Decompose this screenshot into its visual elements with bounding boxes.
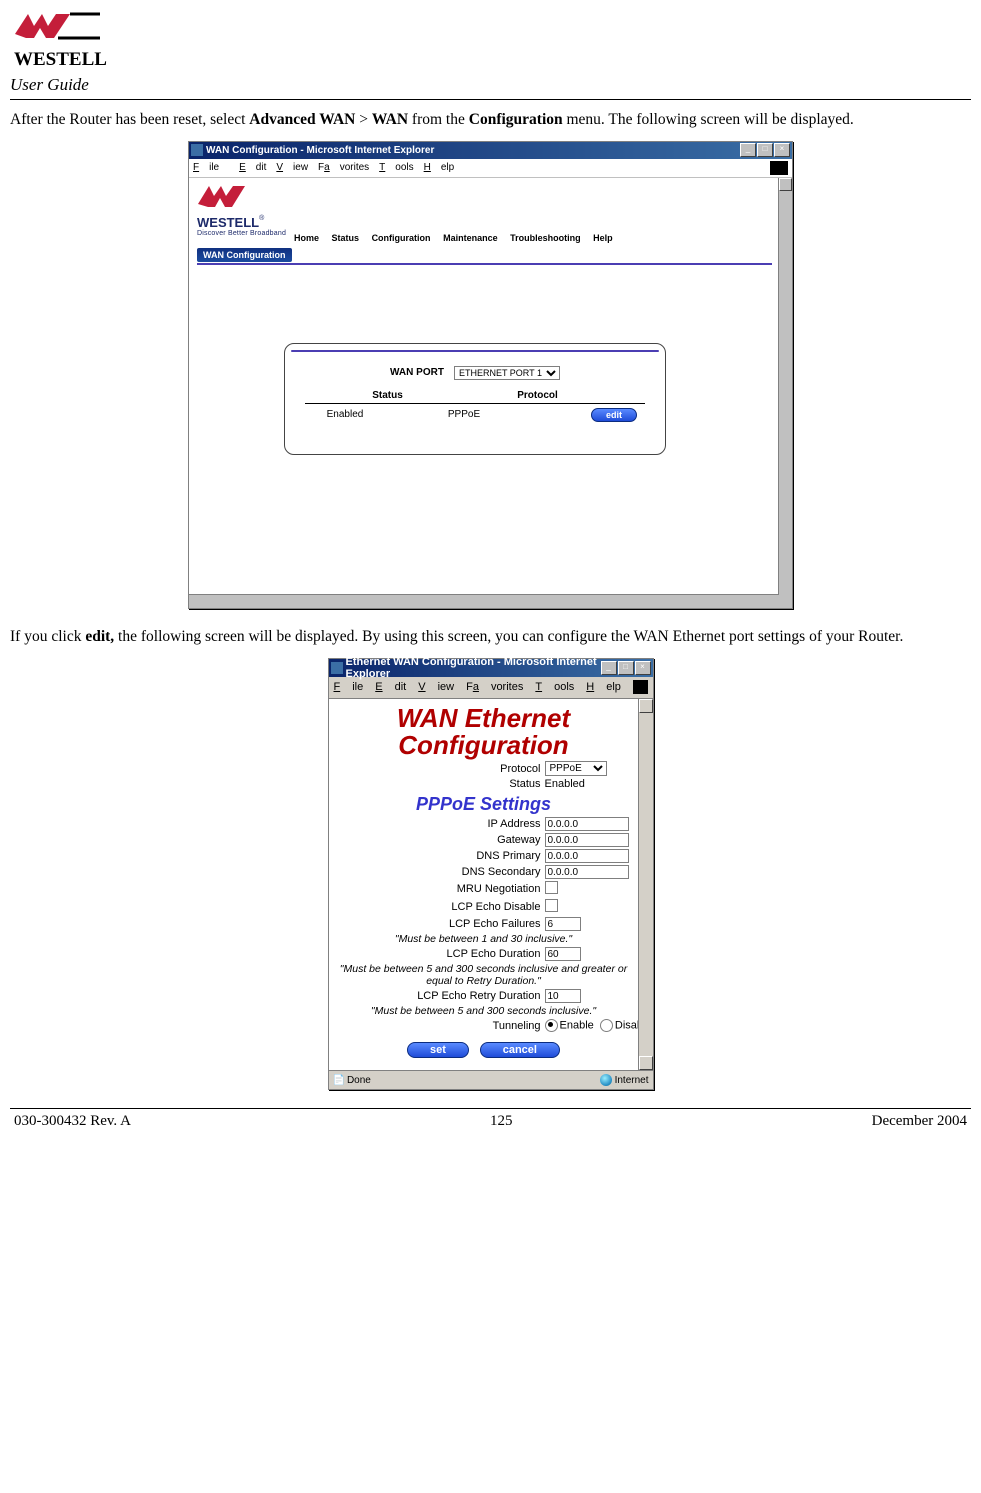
dns-primary-input[interactable] xyxy=(545,849,629,863)
ie-icon xyxy=(331,662,343,674)
status-bar: 📄 Done Internet xyxy=(329,1070,653,1089)
col-status: Status xyxy=(372,390,403,401)
set-button[interactable]: set xyxy=(407,1042,469,1058)
cancel-button[interactable]: cancel xyxy=(480,1042,560,1058)
tunneling-label: Tunneling xyxy=(333,1020,541,1032)
title-bar: Ethernet WAN Configuration - Microsoft I… xyxy=(329,659,653,677)
menu-file[interactable]: File xyxy=(334,681,364,693)
lcp-echo-duration-input[interactable] xyxy=(545,947,581,961)
doc-title: User Guide xyxy=(10,75,971,95)
internet-zone-icon xyxy=(600,1074,612,1086)
menu-edit[interactable]: Edit xyxy=(239,162,266,173)
menu-bar: File Edit View Favorites Tools Help xyxy=(329,677,653,699)
pppoe-settings-heading: PPPoE Settings xyxy=(333,794,635,815)
footer-center: 125 xyxy=(490,1113,513,1130)
wan-config-window: WAN Configuration - Microsoft Internet E… xyxy=(188,141,793,609)
lcp-retry-duration-label: LCP Echo Retry Duration xyxy=(333,990,541,1002)
lcp-echo-failures-input[interactable] xyxy=(545,917,581,931)
horizontal-scrollbar[interactable] xyxy=(189,594,779,608)
protocol-label: Protocol xyxy=(333,763,541,775)
wan-ethernet-config-window: Ethernet WAN Configuration - Microsoft I… xyxy=(328,658,654,1091)
menu-help[interactable]: Help xyxy=(424,162,455,173)
lcp-retry-duration-input[interactable] xyxy=(545,989,581,1003)
lcp-failures-note: "Must be between 1 and 30 inclusive." xyxy=(333,933,635,945)
lcp-echo-disable-label: LCP Echo Disable xyxy=(333,901,541,913)
header-divider xyxy=(10,99,971,100)
brand-name: WESTELL xyxy=(14,49,107,71)
maximize-button[interactable]: □ xyxy=(618,661,634,675)
divider xyxy=(197,263,772,265)
protocol-select[interactable]: PPPoE xyxy=(545,761,607,776)
nav-troubleshooting[interactable]: Troubleshooting xyxy=(510,233,581,243)
footer-right: December 2004 xyxy=(872,1113,967,1130)
menu-bar: File Edit View Favorites Tools Help xyxy=(189,159,792,178)
status-value: Enabled xyxy=(305,409,385,420)
ip-address-input[interactable] xyxy=(545,817,629,831)
vertical-scrollbar[interactable] xyxy=(778,178,792,608)
westell-content-logo: WESTELL® Discover Better Broadband xyxy=(197,184,286,237)
ip-address-label: IP Address xyxy=(333,818,541,830)
menu-edit[interactable]: Edit xyxy=(375,681,406,693)
close-button[interactable]: × xyxy=(635,661,651,675)
ie-icon xyxy=(191,144,203,156)
edit-button[interactable]: edit xyxy=(591,408,637,422)
windows-flag-icon xyxy=(770,161,788,175)
tunneling-disable-radio[interactable] xyxy=(600,1019,613,1032)
minimize-button[interactable]: _ xyxy=(740,143,756,157)
menu-help[interactable]: Help xyxy=(586,681,621,693)
lcp-duration-note: "Must be between 5 and 300 seconds inclu… xyxy=(333,963,635,987)
tunneling-enable-radio[interactable] xyxy=(545,1019,558,1032)
nav-home[interactable]: Home xyxy=(294,233,319,243)
wan-port-label: WAN PORT xyxy=(390,367,444,378)
status-label: Status xyxy=(333,778,541,790)
status-value: Enabled xyxy=(545,778,633,790)
wan-port-select[interactable]: ETHERNET PORT 1 xyxy=(454,366,560,380)
westell-page-logo: WESTELL xyxy=(14,12,107,71)
menu-tools[interactable]: Tools xyxy=(379,162,413,173)
menu-file[interactable]: File xyxy=(193,162,229,173)
nav-help[interactable]: Help xyxy=(593,233,613,243)
wan-ethernet-heading: WAN EthernetConfiguration xyxy=(333,705,635,760)
mru-negotiation-label: MRU Negotiation xyxy=(333,883,541,895)
menu-view[interactable]: View xyxy=(418,681,454,693)
minimize-button[interactable]: _ xyxy=(601,661,617,675)
menu-favorites[interactable]: Favorites xyxy=(466,681,523,693)
mru-negotiation-checkbox[interactable] xyxy=(545,881,558,894)
close-button[interactable]: × xyxy=(774,143,790,157)
nav-maintenance[interactable]: Maintenance xyxy=(443,233,498,243)
gateway-label: Gateway xyxy=(333,834,541,846)
title-bar: WAN Configuration - Microsoft Internet E… xyxy=(189,142,792,159)
menu-tools[interactable]: Tools xyxy=(535,681,574,693)
intro-paragraph-2: If you click edit, the following screen … xyxy=(10,627,971,648)
lcp-echo-failures-label: LCP Echo Failures xyxy=(333,918,541,930)
dns-secondary-label: DNS Secondary xyxy=(333,866,541,878)
lcp-echo-disable-checkbox[interactable] xyxy=(545,899,558,912)
wan-port-panel: WAN PORT ETHERNET PORT 1 Status Protocol… xyxy=(284,343,666,455)
col-protocol: Protocol xyxy=(517,390,558,401)
wan-configuration-chip[interactable]: WAN Configuration xyxy=(197,248,292,262)
maximize-button[interactable]: □ xyxy=(757,143,773,157)
status-done: Done xyxy=(347,1075,371,1086)
windows-flag-icon xyxy=(633,680,648,694)
protocol-value: PPPoE xyxy=(409,409,519,420)
footer-divider xyxy=(10,1108,971,1109)
gateway-input[interactable] xyxy=(545,833,629,847)
nav-links: Home Status Configuration Maintenance Tr… xyxy=(294,233,623,243)
dns-primary-label: DNS Primary xyxy=(333,850,541,862)
status-zone: Internet xyxy=(615,1075,649,1086)
menu-favorites[interactable]: Favorites xyxy=(318,162,369,173)
dns-secondary-input[interactable] xyxy=(545,865,629,879)
window-title: Ethernet WAN Configuration - Microsoft I… xyxy=(346,656,600,680)
footer-left: 030-300432 Rev. A xyxy=(14,1113,131,1130)
window-title: WAN Configuration - Microsoft Internet E… xyxy=(206,145,739,156)
page-footer: 030-300432 Rev. A 125 December 2004 xyxy=(10,1113,971,1136)
intro-paragraph-1: After the Router has been reset, select … xyxy=(10,110,971,131)
vertical-scrollbar[interactable] xyxy=(638,699,653,1071)
lcp-echo-duration-label: LCP Echo Duration xyxy=(333,948,541,960)
menu-view[interactable]: View xyxy=(276,162,308,173)
nav-status[interactable]: Status xyxy=(332,233,360,243)
nav-configuration[interactable]: Configuration xyxy=(372,233,431,243)
lcp-retry-note: "Must be between 5 and 300 seconds inclu… xyxy=(333,1005,635,1017)
